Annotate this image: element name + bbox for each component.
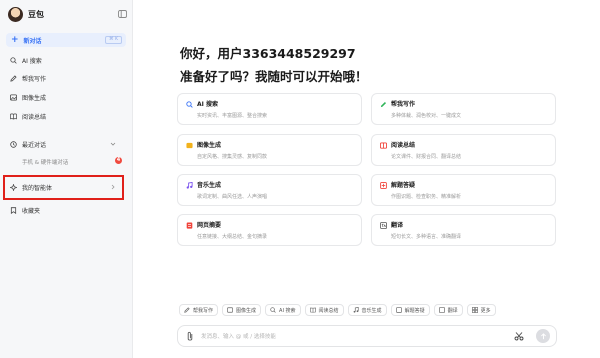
- sidebar-item-reading[interactable]: 阅读总结: [6, 110, 126, 123]
- card-title: 阅读总结: [391, 142, 416, 149]
- card-title: 解题答疑: [391, 182, 416, 189]
- chip-label: AI 搜索: [279, 307, 296, 314]
- chip-writing[interactable]: 帮我写作: [179, 304, 219, 316]
- chip-label: 翻译: [447, 307, 458, 314]
- chip-label: 阅读总结: [318, 307, 339, 314]
- calc-icon: [395, 307, 402, 313]
- image-icon: [227, 307, 233, 313]
- book-icon: [380, 142, 387, 149]
- brand-name: 豆包: [28, 9, 44, 19]
- search-icon: [270, 307, 276, 313]
- card-translate[interactable]: 翻译 短句长文、多种语言、准确翻译: [371, 214, 556, 246]
- translate-icon: [380, 222, 387, 229]
- translate-icon: [438, 307, 445, 313]
- sidebar-toggle-icon[interactable]: [118, 10, 127, 18]
- card-title: 网页摘要: [197, 222, 222, 229]
- grid-icon: [471, 307, 478, 313]
- music-icon: [186, 182, 193, 189]
- skill-chips: 帮我写作 图像生成 AI 搜索 阅读总结 音乐生成 解题答疑 翻译 更多: [179, 304, 496, 316]
- sidebar-item-label: 收藏夹: [22, 208, 41, 215]
- chip-image-gen[interactable]: 图像生成: [222, 304, 262, 316]
- card-title: AI 搜索: [197, 101, 218, 108]
- book-icon: [309, 307, 316, 313]
- card-problem-solving[interactable]: 解题答疑 作图识题、检查职务、精准解析: [371, 174, 556, 206]
- avatar: [8, 6, 23, 22]
- card-desc: 任意链接、大纲总结、金句摘录: [197, 234, 268, 240]
- card-desc: 作图识题、检查职务、精准解析: [391, 194, 462, 200]
- highlight-box: [3, 175, 124, 200]
- sidebar-item-ai-search[interactable]: AI 搜索: [6, 54, 126, 67]
- card-desc: 短句长文、多种语言、准确翻译: [391, 234, 462, 240]
- chip-label: 音乐生成: [361, 307, 382, 314]
- notification-badge: 4: [115, 157, 122, 164]
- card-image-gen[interactable]: 图像生成 自定风格、搜集灵感、复制同款: [177, 134, 362, 166]
- bookmark-icon: [10, 207, 17, 214]
- sidebar-item-recent[interactable]: 最近对话: [6, 138, 126, 151]
- card-title: 翻译: [391, 222, 404, 229]
- chat-icon: [10, 141, 17, 148]
- greeting-title: 你好，用户3363448529297: [180, 46, 356, 61]
- pen-icon: [380, 101, 387, 108]
- calc-icon: [380, 182, 387, 189]
- sidebar: 豆包 + 新对话 ⌘ K AI 搜索 帮我写作 图像生成 阅读总结 最近对话 手…: [0, 0, 133, 358]
- image-icon: [186, 142, 193, 149]
- new-chat-button[interactable]: + 新对话 ⌘ K: [6, 33, 126, 47]
- message-input-bar[interactable]: 发消息、输入 @ 或 / 选择技能: [177, 325, 557, 347]
- chip-label: 解题答疑: [404, 307, 425, 314]
- card-writing[interactable]: 帮我写作 多种体裁、润色校对、一键成文: [371, 93, 556, 125]
- sidebar-item-label: 图像生成: [22, 95, 47, 102]
- sidebar-item-writing[interactable]: 帮我写作: [6, 72, 126, 85]
- chevron-down-icon[interactable]: [110, 141, 116, 147]
- web-icon: [186, 222, 193, 229]
- plus-icon: +: [11, 34, 19, 45]
- paperclip-icon[interactable]: [186, 331, 194, 342]
- chip-translate[interactable]: 翻译: [433, 304, 463, 316]
- chip-label: 更多: [480, 307, 491, 314]
- card-title: 帮我写作: [391, 101, 416, 108]
- new-chat-label: 新对话: [23, 37, 42, 45]
- search-icon: [186, 101, 193, 108]
- card-title: 音乐生成: [197, 182, 222, 189]
- card-desc: 实时资讯、丰富图源、整合搜索: [197, 113, 268, 119]
- chip-music-gen[interactable]: 音乐生成: [347, 304, 387, 316]
- sidebar-item-label: 阅读总结: [22, 114, 47, 121]
- brand[interactable]: 豆包: [8, 6, 44, 22]
- sidebar-item-label: AI 搜索: [22, 58, 42, 65]
- chip-label: 帮我写作: [193, 307, 214, 314]
- sidebar-item-image-gen[interactable]: 图像生成: [6, 91, 126, 104]
- chip-label: 图像生成: [236, 307, 257, 314]
- card-desc: 歌词定制、曲风任选、人声演唱: [197, 194, 268, 200]
- card-ai-search[interactable]: AI 搜索 实时资讯、丰富图源、整合搜索: [177, 93, 362, 125]
- chip-ai-search[interactable]: AI 搜索: [265, 304, 301, 316]
- book-icon: [10, 113, 17, 120]
- shortcut-badge: ⌘ K: [105, 36, 122, 44]
- image-icon: [10, 94, 17, 101]
- chip-reading[interactable]: 阅读总结: [304, 304, 344, 316]
- sidebar-item-label: 帮我写作: [22, 76, 47, 83]
- scissors-icon[interactable]: [514, 331, 524, 341]
- card-reading[interactable]: 阅读总结 论文课件、财报合同、翻译总结: [371, 134, 556, 166]
- pen-icon: [184, 307, 190, 313]
- pen-icon: [10, 75, 17, 82]
- card-desc: 多种体裁、润色校对、一键成文: [391, 113, 462, 119]
- sidebar-item-favorites[interactable]: 收藏夹: [6, 204, 126, 217]
- recent-sub-item[interactable]: 手机 & 硬件端对话: [22, 158, 68, 166]
- music-icon: [353, 307, 359, 313]
- chip-problem-solving[interactable]: 解题答疑: [390, 304, 430, 316]
- card-music-gen[interactable]: 音乐生成 歌词定制、曲风任选、人声演唱: [177, 174, 362, 206]
- sidebar-item-label: 最近对话: [22, 142, 47, 149]
- chip-more[interactable]: 更多: [466, 304, 496, 316]
- card-title: 图像生成: [197, 142, 222, 149]
- send-button[interactable]: [536, 329, 550, 343]
- card-web-summary[interactable]: 网页摘要 任意链接、大纲总结、金句摘录: [177, 214, 362, 246]
- card-desc: 自定风格、搜集灵感、复制同款: [197, 154, 268, 160]
- arrow-up-icon: [540, 332, 546, 339]
- card-desc: 论文课件、财报合同、翻译总结: [391, 154, 462, 160]
- message-input[interactable]: 发消息、输入 @ 或 / 选择技能: [201, 332, 276, 340]
- greeting-subtitle: 准备好了吗？我随时可以开始哦！: [180, 69, 368, 84]
- search-icon: [10, 57, 17, 64]
